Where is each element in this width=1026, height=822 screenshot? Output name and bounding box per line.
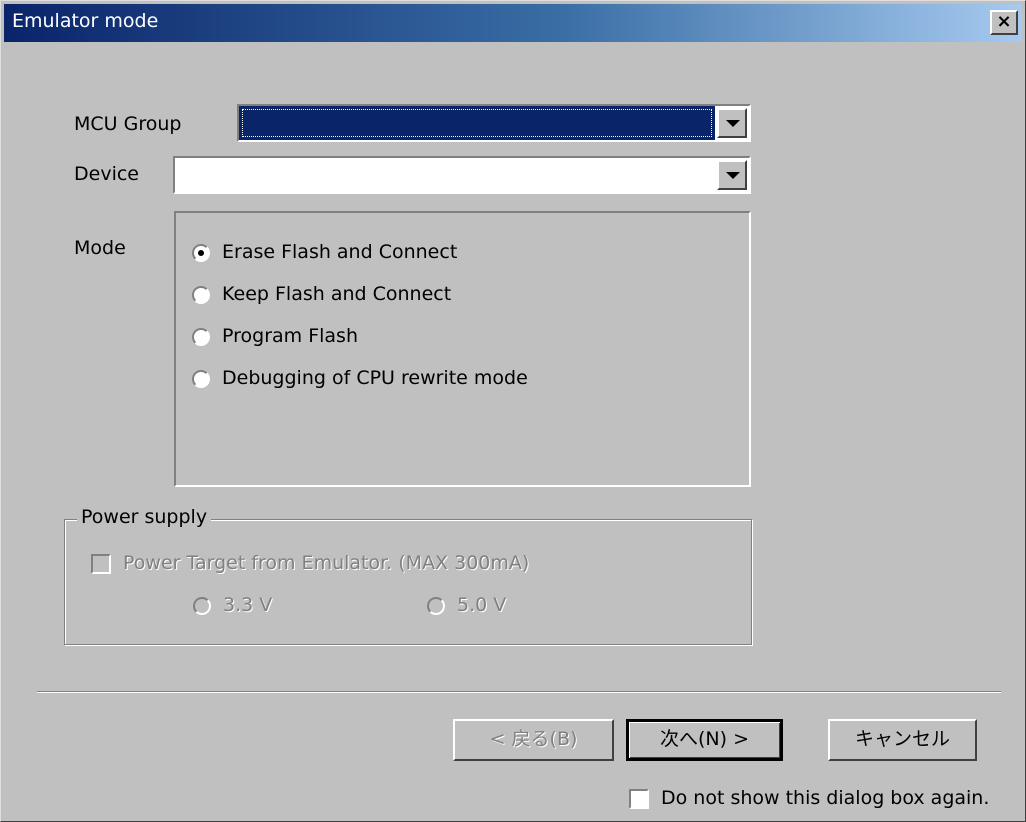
device-value — [175, 158, 715, 192]
radio-label: Debugging of CPU rewrite mode — [222, 367, 528, 389]
power-supply-label: Power supply — [77, 506, 212, 528]
radio-button[interactable] — [192, 370, 210, 388]
close-button[interactable]: × — [990, 10, 1018, 35]
radio-label: 5.0 V — [457, 594, 507, 616]
chevron-down-icon — [726, 120, 740, 127]
radio-label: Erase Flash and Connect — [222, 241, 458, 263]
mode-label: Mode — [74, 237, 126, 259]
separator — [37, 691, 1001, 693]
radio-label: Keep Flash and Connect — [222, 283, 452, 305]
power-target-checkbox[interactable] — [91, 554, 111, 574]
radio-button[interactable] — [192, 328, 210, 346]
radio-button[interactable] — [192, 244, 210, 262]
title-bar[interactable]: Emulator mode × — [4, 4, 1022, 42]
mcu-group-dropdown-button[interactable] — [717, 108, 747, 138]
cancel-button[interactable]: キャンセル — [828, 719, 977, 761]
device-label: Device — [74, 163, 139, 185]
power-supply-group: Power supply Power Target from Emulator.… — [64, 506, 752, 645]
mcu-group-label: MCU Group — [74, 113, 182, 135]
radio-button[interactable] — [427, 597, 445, 615]
device-dropdown-button[interactable] — [717, 160, 747, 190]
emulator-mode-dialog: Emulator mode × MCU Group Device Mode Er… — [0, 0, 1026, 822]
chevron-down-icon — [726, 172, 740, 179]
mcu-group-combobox[interactable] — [237, 104, 751, 142]
device-combobox[interactable] — [173, 156, 751, 194]
back-button[interactable]: < 戻る(B) — [453, 719, 614, 761]
window-title: Emulator mode — [12, 10, 159, 32]
dont-show-again-checkbox[interactable] — [629, 789, 649, 809]
next-button[interactable]: 次へ(N) > — [626, 719, 783, 761]
radio-label: Program Flash — [222, 325, 358, 347]
radio-button[interactable] — [193, 597, 211, 615]
radio-button[interactable] — [192, 286, 210, 304]
dont-show-again-label: Do not show this dialog box again. — [661, 787, 990, 809]
power-target-label: Power Target from Emulator. (MAX 300mA) — [123, 552, 530, 574]
mode-radio-group: Erase Flash and Connect Keep Flash and C… — [174, 211, 751, 487]
mcu-group-value — [239, 106, 715, 140]
radio-label: 3.3 V — [223, 594, 273, 616]
